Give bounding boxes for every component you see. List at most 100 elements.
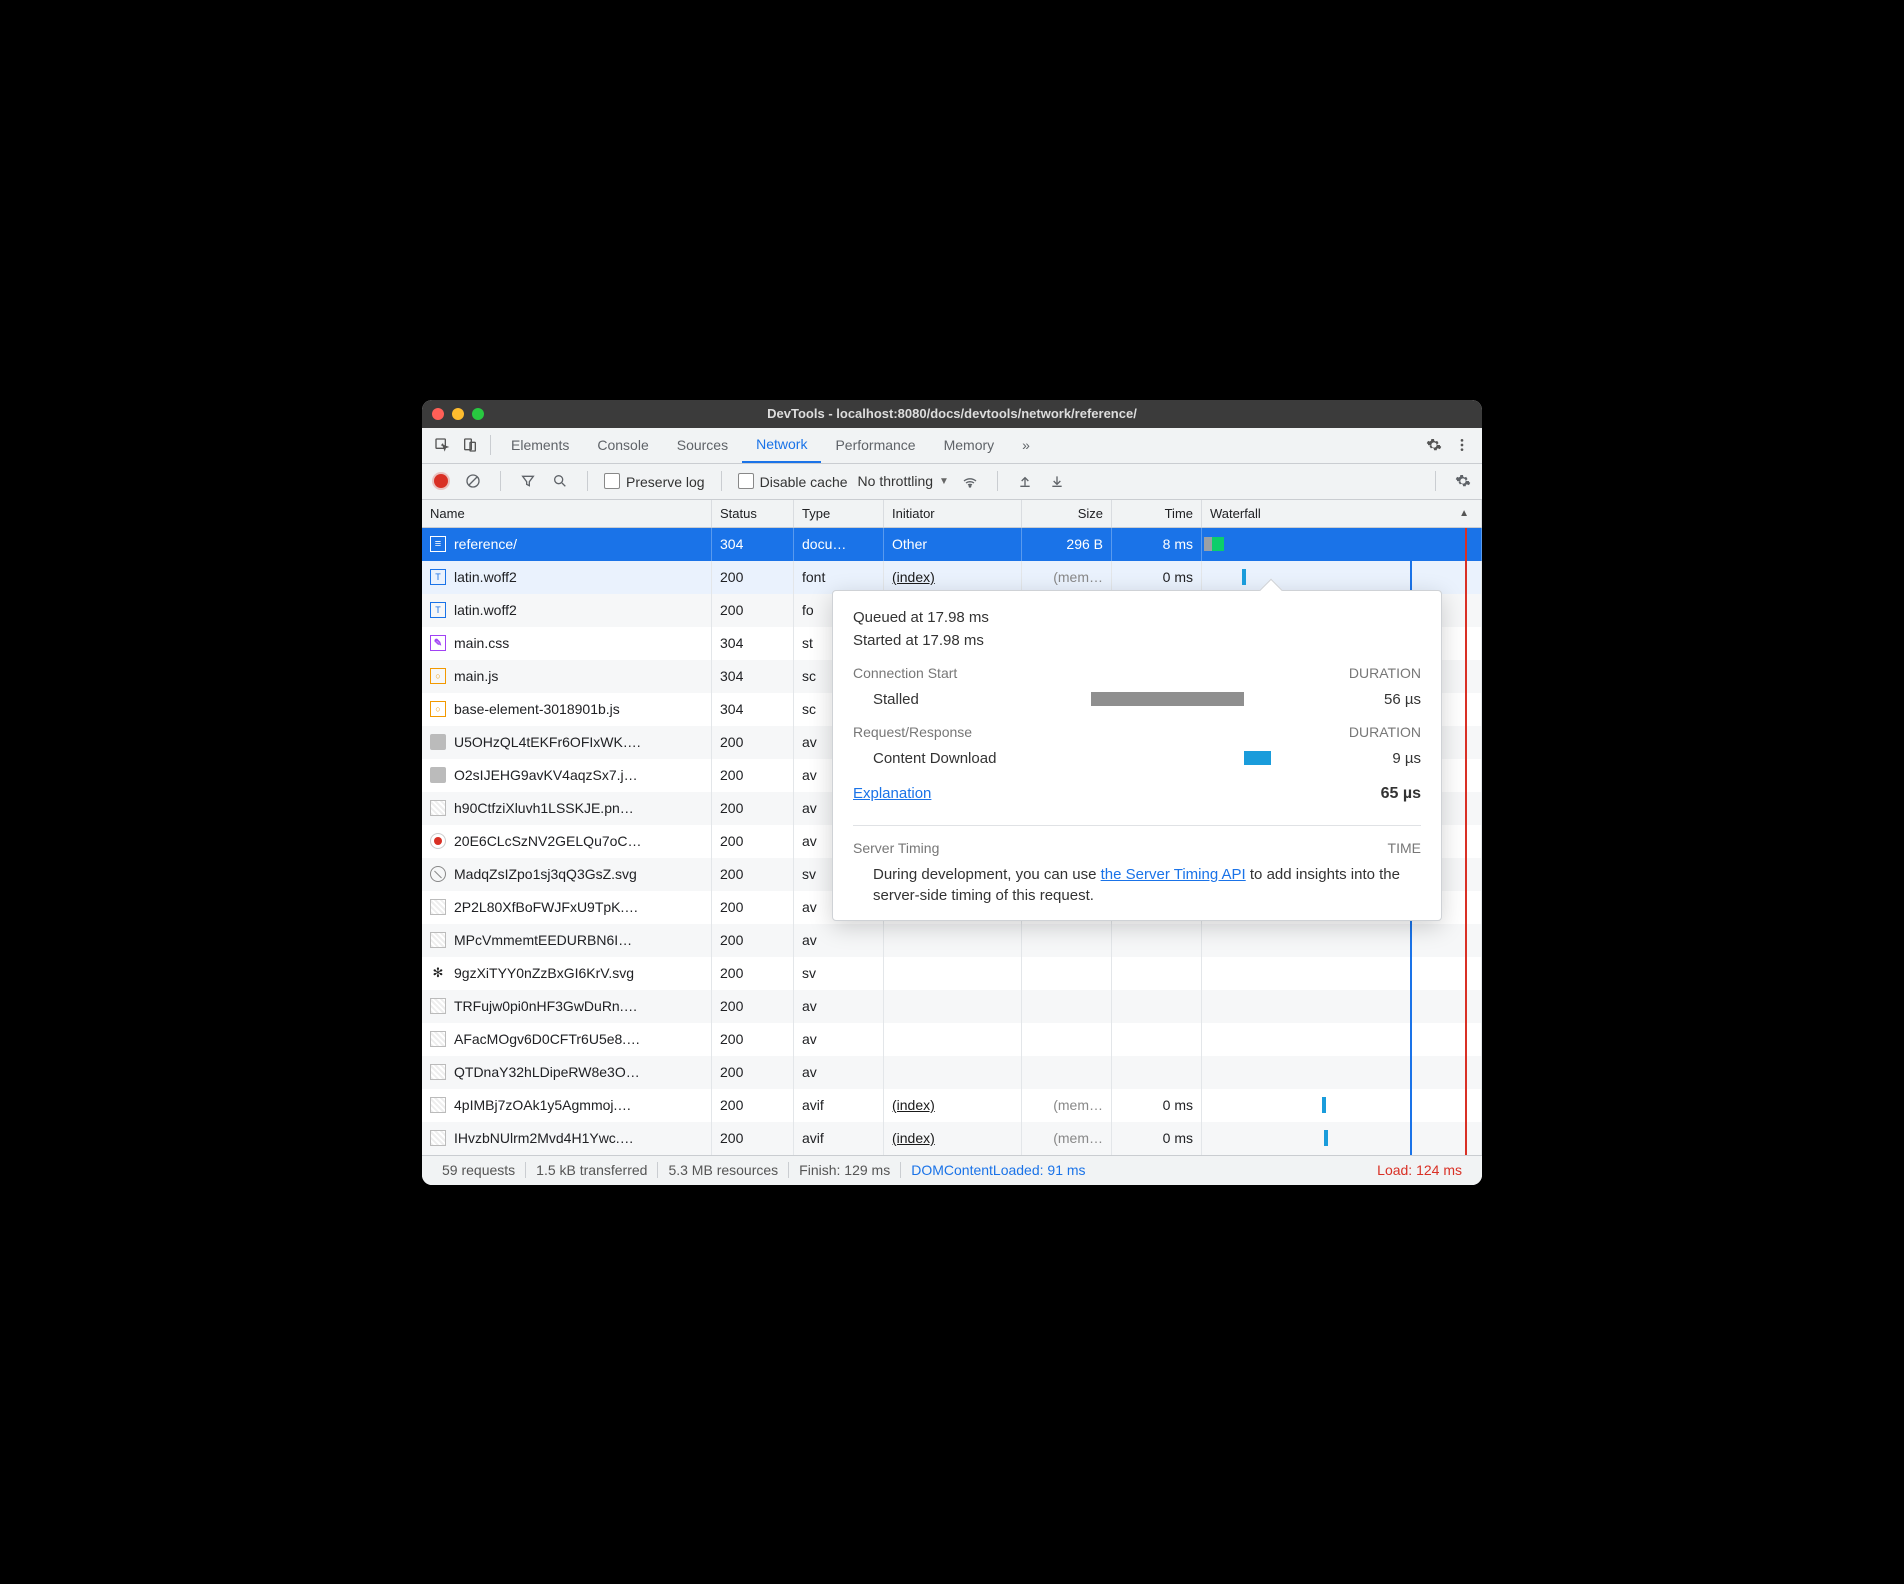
initiator-cell[interactable]: (index) bbox=[884, 1089, 1022, 1122]
col-time[interactable]: Time bbox=[1112, 500, 1202, 527]
status-cell: 200 bbox=[712, 957, 794, 990]
type-cell: av bbox=[794, 1056, 884, 1089]
file-name: MadqZsIZpo1sj3qQ3GsZ.svg bbox=[454, 866, 637, 882]
kebab-menu-icon[interactable] bbox=[1448, 431, 1476, 459]
time-cell: 0 ms bbox=[1112, 1089, 1202, 1122]
table-row[interactable]: ✻9gzXiTYY0nZzBxGI6KrV.svg200sv bbox=[422, 957, 1482, 990]
col-waterfall[interactable]: Waterfall ▲ bbox=[1202, 500, 1482, 527]
cd-label: Content Download bbox=[853, 750, 1063, 767]
initiator-cell: Other bbox=[884, 528, 1022, 561]
settings-icon[interactable] bbox=[1420, 431, 1448, 459]
time-cell bbox=[1112, 1023, 1202, 1056]
waterfall-cell bbox=[1202, 825, 1482, 858]
status-transferred: 1.5 kB transferred bbox=[525, 1162, 657, 1178]
divider bbox=[490, 435, 491, 455]
size-cell: (mem… bbox=[1022, 561, 1112, 594]
size-cell: 296 B bbox=[1022, 528, 1112, 561]
col-status[interactable]: Status bbox=[712, 500, 794, 527]
type-cell: av bbox=[794, 1023, 884, 1056]
waterfall-cell bbox=[1202, 990, 1482, 1023]
table-row[interactable]: QTDnaY32hLDipeRW8e3O…200av bbox=[422, 1056, 1482, 1089]
tab-console[interactable]: Console bbox=[583, 428, 662, 463]
status-cell: 200 bbox=[712, 561, 794, 594]
export-har-icon[interactable] bbox=[1046, 470, 1068, 492]
search-icon[interactable] bbox=[549, 470, 571, 492]
status-requests: 59 requests bbox=[432, 1162, 525, 1178]
col-type[interactable]: Type bbox=[794, 500, 884, 527]
tab-memory[interactable]: Memory bbox=[930, 428, 1009, 463]
status-cell: 200 bbox=[712, 1122, 794, 1155]
tab-more[interactable]: » bbox=[1008, 428, 1044, 463]
size-cell: (mem… bbox=[1022, 1089, 1112, 1122]
initiator-cell bbox=[884, 1023, 1022, 1056]
minimize-icon[interactable] bbox=[452, 408, 464, 420]
time-cell bbox=[1112, 990, 1202, 1023]
tab-performance[interactable]: Performance bbox=[821, 428, 929, 463]
tab-sources[interactable]: Sources bbox=[663, 428, 742, 463]
filter-icon[interactable] bbox=[517, 470, 539, 492]
time-cell bbox=[1112, 957, 1202, 990]
tab-network[interactable]: Network bbox=[742, 428, 821, 463]
tab-elements[interactable]: Elements bbox=[497, 428, 583, 463]
file-name: h90CtfziXluvh1LSSKJE.pn… bbox=[454, 800, 634, 816]
table-row[interactable]: IHvzbNUlrm2Mvd4H1Ywc.…200avif(index)(mem… bbox=[422, 1122, 1482, 1155]
import-har-icon[interactable] bbox=[1014, 470, 1036, 492]
col-initiator[interactable]: Initiator bbox=[884, 500, 1022, 527]
chevron-down-icon: ▼ bbox=[939, 476, 949, 487]
preserve-log-checkbox[interactable]: Preserve log bbox=[604, 473, 705, 490]
file-name: 20E6CLcSzNV2GELQu7oC… bbox=[454, 833, 642, 849]
server-timing-title: Server Timing bbox=[853, 840, 939, 856]
network-settings-icon[interactable] bbox=[1452, 470, 1474, 492]
explanation-link[interactable]: Explanation bbox=[853, 785, 931, 803]
throttling-select[interactable]: No throttling ▼ bbox=[858, 473, 949, 489]
disable-cache-checkbox[interactable]: Disable cache bbox=[738, 473, 848, 490]
waterfall-cell bbox=[1202, 1023, 1482, 1056]
status-cell: 200 bbox=[712, 594, 794, 627]
col-size[interactable]: Size bbox=[1022, 500, 1112, 527]
table-body: Queued at 17.98 ms Started at 17.98 ms C… bbox=[422, 528, 1482, 1155]
initiator-cell[interactable]: (index) bbox=[884, 1122, 1022, 1155]
type-cell: docu… bbox=[794, 528, 884, 561]
size-cell bbox=[1022, 957, 1112, 990]
zoom-icon[interactable] bbox=[472, 408, 484, 420]
status-cell: 200 bbox=[712, 726, 794, 759]
status-finish: Finish: 129 ms bbox=[788, 1162, 900, 1178]
initiator-cell bbox=[884, 990, 1022, 1023]
file-name: 9gzXiTYY0nZzBxGI6KrV.svg bbox=[454, 965, 634, 981]
status-cell: 200 bbox=[712, 792, 794, 825]
table-header: Name Status Type Initiator Size Time Wat… bbox=[422, 500, 1482, 528]
type-cell: avif bbox=[794, 1089, 884, 1122]
type-cell: sv bbox=[794, 957, 884, 990]
section-connection: Connection Start bbox=[853, 665, 957, 681]
table-row[interactable]: AFacMOgv6D0CFTr6U5e8.…200av bbox=[422, 1023, 1482, 1056]
waterfall-cell bbox=[1202, 1056, 1482, 1089]
inspect-element-icon[interactable] bbox=[428, 431, 456, 459]
status-cell: 304 bbox=[712, 660, 794, 693]
table-row[interactable]: ≡reference/304docu…Other296 B8 ms bbox=[422, 528, 1482, 561]
close-icon[interactable] bbox=[432, 408, 444, 420]
status-cell: 200 bbox=[712, 858, 794, 891]
status-cell: 200 bbox=[712, 990, 794, 1023]
clear-icon[interactable] bbox=[462, 470, 484, 492]
waterfall-cell bbox=[1202, 1122, 1482, 1155]
initiator-cell[interactable]: (index) bbox=[884, 561, 1022, 594]
panel-tabs: Elements Console Sources Network Perform… bbox=[497, 428, 1044, 463]
waterfall-cell bbox=[1202, 759, 1482, 792]
waterfall-cell bbox=[1202, 594, 1482, 627]
status-cell: 200 bbox=[712, 1089, 794, 1122]
table-row[interactable]: TRFujw0pi0nHF3GwDuRn.…200av bbox=[422, 990, 1482, 1023]
initiator-cell bbox=[884, 957, 1022, 990]
type-cell: av bbox=[794, 924, 884, 957]
table-row[interactable]: 4pIMBj7zOAk1y5Agmmoj.…200avif(index)(mem… bbox=[422, 1089, 1482, 1122]
table-row[interactable]: MPcVmmemtEEDURBN6I…200av bbox=[422, 924, 1482, 957]
waterfall-cell bbox=[1202, 693, 1482, 726]
col-name[interactable]: Name bbox=[422, 500, 712, 527]
stalled-label: Stalled bbox=[853, 691, 1063, 708]
table-row[interactable]: Tlatin.woff2200font(index)(mem…0 ms bbox=[422, 561, 1482, 594]
requests-table: Name Status Type Initiator Size Time Wat… bbox=[422, 500, 1482, 1155]
record-button[interactable] bbox=[430, 470, 452, 492]
network-conditions-icon[interactable] bbox=[959, 470, 981, 492]
waterfall-cell bbox=[1202, 858, 1482, 891]
status-cell: 200 bbox=[712, 1023, 794, 1056]
device-toggle-icon[interactable] bbox=[456, 431, 484, 459]
